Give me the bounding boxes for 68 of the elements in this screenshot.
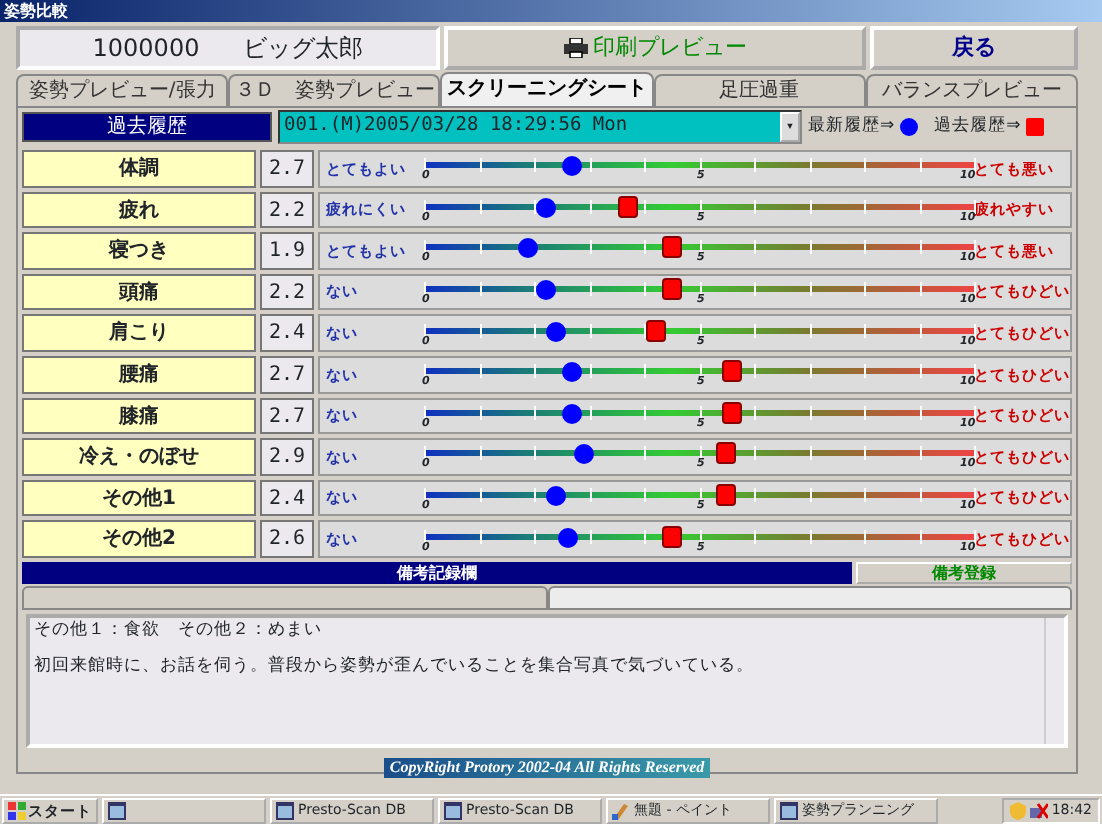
score-value: 2.7: [260, 150, 314, 188]
past-marker[interactable]: [722, 360, 742, 383]
latest-marker[interactable]: [562, 362, 583, 383]
latest-marker[interactable]: [562, 156, 583, 177]
sub-tab[interactable]: [547, 585, 1072, 610]
item-label: 膝痛: [22, 397, 256, 435]
back-button[interactable]: 戻る: [870, 26, 1078, 70]
note-line: その他１：食欲 その他２：めまい: [34, 617, 324, 642]
paintbrush-icon: [612, 801, 630, 819]
score-value: 2.2: [260, 273, 314, 311]
legend-text: 最新履歴⇒: [808, 114, 895, 140]
score-value: 1.9: [260, 232, 314, 270]
item-label: 腰痛: [22, 355, 256, 394]
score-value: 2.7: [260, 397, 314, 435]
past-marker[interactable]: [716, 484, 737, 507]
item-label: その他2: [22, 520, 256, 558]
taskbar-item[interactable]: [102, 797, 266, 823]
score-value: 2.6: [260, 520, 314, 558]
item-label: 冷え・のぼせ: [22, 438, 256, 476]
latest-marker[interactable]: [557, 527, 577, 548]
past-marker[interactable]: [661, 278, 682, 301]
circle-marker-icon: [900, 118, 919, 136]
past-marker[interactable]: [716, 442, 737, 465]
item-label: 寝つき: [22, 232, 256, 270]
window-title: 姿勢比較: [0, 0, 1102, 22]
past-marker[interactable]: [722, 401, 742, 424]
item-label: 体調: [22, 150, 256, 188]
past-marker[interactable]: [617, 195, 638, 218]
past-marker[interactable]: [661, 525, 682, 548]
score-value: 2.9: [260, 438, 314, 476]
tab[interactable]: スクリーニングシート: [440, 72, 654, 106]
history-label: 過去履歴: [22, 112, 272, 142]
score-value: 2.4: [260, 479, 314, 517]
latest-marker[interactable]: [562, 403, 583, 424]
item-label: 疲れ: [22, 191, 256, 229]
tab[interactable]: 足圧過重: [653, 74, 866, 106]
score-value: 2.4: [260, 314, 314, 352]
latest-marker[interactable]: [573, 444, 594, 465]
item-label: 肩こり: [22, 314, 256, 352]
score-value: 2.7: [260, 355, 314, 394]
item-label: 頭痛: [22, 273, 256, 311]
app-window-icon: [444, 801, 462, 819]
note-line: 初回来館時に、お話を伺う。普段から姿勢が歪んでいることを集合写真で気づいている。: [34, 653, 756, 678]
legend-text: 過去履歴⇒: [934, 114, 1021, 140]
past-marker[interactable]: [661, 236, 682, 259]
notes-title: 備考記録欄: [22, 561, 852, 584]
app-window-icon: [108, 801, 126, 819]
windows-logo-icon: [8, 801, 26, 819]
tab[interactable]: バランスプレビュー: [865, 74, 1079, 106]
latest-marker[interactable]: [535, 197, 555, 218]
app-window-icon: [276, 801, 294, 819]
patient-id: 1000000: [92, 32, 200, 66]
latest-marker[interactable]: [518, 238, 539, 259]
square-marker-icon: [1026, 118, 1045, 136]
item-label: その他1: [22, 479, 256, 517]
tab[interactable]: ３Ｄ 姿勢プレビュー: [228, 74, 441, 106]
copyright-text: CopyRight Protory 2002-04 All Rights Reserved: [383, 757, 711, 778]
score-value: 2.2: [260, 191, 314, 229]
latest-marker[interactable]: [535, 280, 555, 301]
latest-marker[interactable]: [546, 486, 566, 507]
patient-name: ビッグ太郎: [243, 32, 364, 66]
app-window-icon: [780, 801, 798, 819]
notes-field[interactable]: その他１：食欲 その他２：めまい 初回来館時に、お話を伺う。普段から姿勢が歪んでいることを集合写真で気づいている。: [26, 613, 1068, 748]
printer-icon: [563, 38, 587, 58]
network-icon[interactable]: [1029, 801, 1048, 819]
tab[interactable]: 姿勢プレビュー/張力: [16, 74, 229, 106]
latest-marker[interactable]: [546, 321, 566, 342]
past-marker[interactable]: [645, 319, 665, 342]
